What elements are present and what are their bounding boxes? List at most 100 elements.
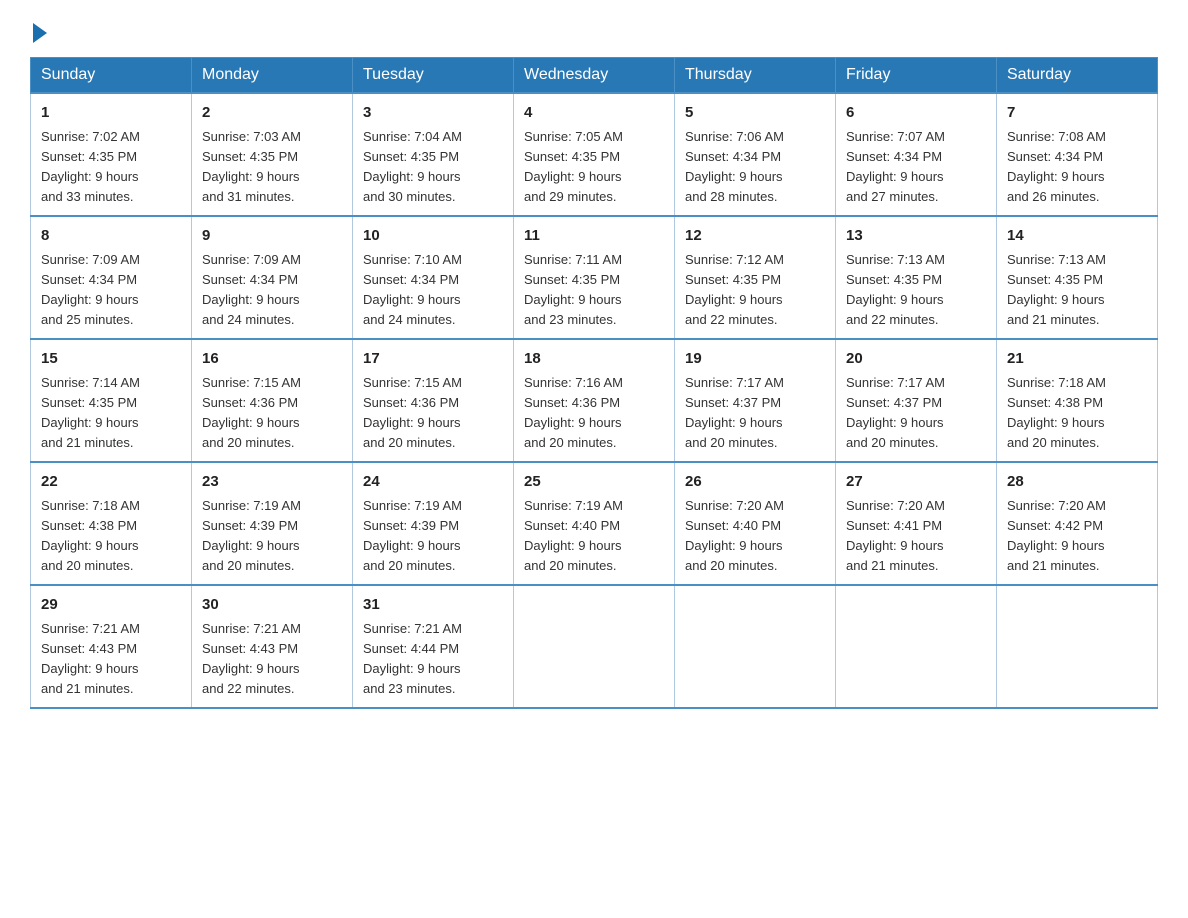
day-info: Sunrise: 7:02 AMSunset: 4:35 PMDaylight:… <box>41 127 181 208</box>
calendar-header-wednesday: Wednesday <box>514 58 675 94</box>
day-info: Sunrise: 7:09 AMSunset: 4:34 PMDaylight:… <box>41 250 181 331</box>
day-info: Sunrise: 7:08 AMSunset: 4:34 PMDaylight:… <box>1007 127 1147 208</box>
calendar-cell: 4Sunrise: 7:05 AMSunset: 4:35 PMDaylight… <box>514 93 675 216</box>
calendar-cell: 28Sunrise: 7:20 AMSunset: 4:42 PMDayligh… <box>997 462 1158 585</box>
calendar-cell: 30Sunrise: 7:21 AMSunset: 4:43 PMDayligh… <box>192 585 353 708</box>
calendar-table: SundayMondayTuesdayWednesdayThursdayFrid… <box>30 57 1158 709</box>
day-info: Sunrise: 7:18 AMSunset: 4:38 PMDaylight:… <box>1007 373 1147 454</box>
day-info: Sunrise: 7:14 AMSunset: 4:35 PMDaylight:… <box>41 373 181 454</box>
day-number: 5 <box>685 102 825 125</box>
day-info: Sunrise: 7:10 AMSunset: 4:34 PMDaylight:… <box>363 250 503 331</box>
calendar-cell: 21Sunrise: 7:18 AMSunset: 4:38 PMDayligh… <box>997 339 1158 462</box>
calendar-cell: 18Sunrise: 7:16 AMSunset: 4:36 PMDayligh… <box>514 339 675 462</box>
calendar-header-saturday: Saturday <box>997 58 1158 94</box>
day-info: Sunrise: 7:05 AMSunset: 4:35 PMDaylight:… <box>524 127 664 208</box>
day-number: 22 <box>41 471 181 494</box>
calendar-cell: 8Sunrise: 7:09 AMSunset: 4:34 PMDaylight… <box>31 216 192 339</box>
calendar-header-thursday: Thursday <box>675 58 836 94</box>
day-info: Sunrise: 7:16 AMSunset: 4:36 PMDaylight:… <box>524 373 664 454</box>
calendar-week-row: 8Sunrise: 7:09 AMSunset: 4:34 PMDaylight… <box>31 216 1158 339</box>
day-info: Sunrise: 7:21 AMSunset: 4:43 PMDaylight:… <box>202 619 342 700</box>
calendar-week-row: 15Sunrise: 7:14 AMSunset: 4:35 PMDayligh… <box>31 339 1158 462</box>
day-number: 13 <box>846 225 986 248</box>
day-number: 17 <box>363 348 503 371</box>
calendar-header-monday: Monday <box>192 58 353 94</box>
calendar-cell: 13Sunrise: 7:13 AMSunset: 4:35 PMDayligh… <box>836 216 997 339</box>
day-number: 26 <box>685 471 825 494</box>
calendar-cell: 23Sunrise: 7:19 AMSunset: 4:39 PMDayligh… <box>192 462 353 585</box>
day-number: 19 <box>685 348 825 371</box>
calendar-cell: 16Sunrise: 7:15 AMSunset: 4:36 PMDayligh… <box>192 339 353 462</box>
day-info: Sunrise: 7:21 AMSunset: 4:43 PMDaylight:… <box>41 619 181 700</box>
day-number: 1 <box>41 102 181 125</box>
day-info: Sunrise: 7:06 AMSunset: 4:34 PMDaylight:… <box>685 127 825 208</box>
calendar-header-friday: Friday <box>836 58 997 94</box>
day-number: 15 <box>41 348 181 371</box>
day-number: 20 <box>846 348 986 371</box>
day-info: Sunrise: 7:15 AMSunset: 4:36 PMDaylight:… <box>363 373 503 454</box>
day-info: Sunrise: 7:18 AMSunset: 4:38 PMDaylight:… <box>41 496 181 577</box>
calendar-cell: 17Sunrise: 7:15 AMSunset: 4:36 PMDayligh… <box>353 339 514 462</box>
day-info: Sunrise: 7:19 AMSunset: 4:39 PMDaylight:… <box>202 496 342 577</box>
calendar-cell: 7Sunrise: 7:08 AMSunset: 4:34 PMDaylight… <box>997 93 1158 216</box>
logo <box>30 20 47 39</box>
day-info: Sunrise: 7:13 AMSunset: 4:35 PMDaylight:… <box>1007 250 1147 331</box>
day-number: 24 <box>363 471 503 494</box>
day-number: 14 <box>1007 225 1147 248</box>
header <box>30 20 1158 39</box>
calendar-cell: 29Sunrise: 7:21 AMSunset: 4:43 PMDayligh… <box>31 585 192 708</box>
calendar-cell: 9Sunrise: 7:09 AMSunset: 4:34 PMDaylight… <box>192 216 353 339</box>
calendar-header-row: SundayMondayTuesdayWednesdayThursdayFrid… <box>31 58 1158 94</box>
calendar-cell: 10Sunrise: 7:10 AMSunset: 4:34 PMDayligh… <box>353 216 514 339</box>
logo-triangle-icon <box>33 23 47 43</box>
day-info: Sunrise: 7:15 AMSunset: 4:36 PMDaylight:… <box>202 373 342 454</box>
day-info: Sunrise: 7:20 AMSunset: 4:41 PMDaylight:… <box>846 496 986 577</box>
calendar-cell: 22Sunrise: 7:18 AMSunset: 4:38 PMDayligh… <box>31 462 192 585</box>
day-number: 8 <box>41 225 181 248</box>
day-number: 28 <box>1007 471 1147 494</box>
calendar-cell: 3Sunrise: 7:04 AMSunset: 4:35 PMDaylight… <box>353 93 514 216</box>
day-number: 23 <box>202 471 342 494</box>
calendar-cell: 15Sunrise: 7:14 AMSunset: 4:35 PMDayligh… <box>31 339 192 462</box>
calendar-week-row: 29Sunrise: 7:21 AMSunset: 4:43 PMDayligh… <box>31 585 1158 708</box>
calendar-cell: 19Sunrise: 7:17 AMSunset: 4:37 PMDayligh… <box>675 339 836 462</box>
day-info: Sunrise: 7:04 AMSunset: 4:35 PMDaylight:… <box>363 127 503 208</box>
day-info: Sunrise: 7:20 AMSunset: 4:40 PMDaylight:… <box>685 496 825 577</box>
day-number: 25 <box>524 471 664 494</box>
calendar-cell: 20Sunrise: 7:17 AMSunset: 4:37 PMDayligh… <box>836 339 997 462</box>
calendar-cell: 11Sunrise: 7:11 AMSunset: 4:35 PMDayligh… <box>514 216 675 339</box>
day-number: 30 <box>202 594 342 617</box>
day-number: 9 <box>202 225 342 248</box>
day-number: 16 <box>202 348 342 371</box>
day-number: 10 <box>363 225 503 248</box>
day-info: Sunrise: 7:12 AMSunset: 4:35 PMDaylight:… <box>685 250 825 331</box>
calendar-week-row: 22Sunrise: 7:18 AMSunset: 4:38 PMDayligh… <box>31 462 1158 585</box>
calendar-cell: 25Sunrise: 7:19 AMSunset: 4:40 PMDayligh… <box>514 462 675 585</box>
calendar-cell: 1Sunrise: 7:02 AMSunset: 4:35 PMDaylight… <box>31 93 192 216</box>
calendar-cell: 2Sunrise: 7:03 AMSunset: 4:35 PMDaylight… <box>192 93 353 216</box>
calendar-week-row: 1Sunrise: 7:02 AMSunset: 4:35 PMDaylight… <box>31 93 1158 216</box>
day-number: 21 <box>1007 348 1147 371</box>
day-info: Sunrise: 7:17 AMSunset: 4:37 PMDaylight:… <box>685 373 825 454</box>
day-info: Sunrise: 7:20 AMSunset: 4:42 PMDaylight:… <box>1007 496 1147 577</box>
day-number: 31 <box>363 594 503 617</box>
day-number: 18 <box>524 348 664 371</box>
day-info: Sunrise: 7:09 AMSunset: 4:34 PMDaylight:… <box>202 250 342 331</box>
day-number: 4 <box>524 102 664 125</box>
day-info: Sunrise: 7:17 AMSunset: 4:37 PMDaylight:… <box>846 373 986 454</box>
day-number: 3 <box>363 102 503 125</box>
day-info: Sunrise: 7:03 AMSunset: 4:35 PMDaylight:… <box>202 127 342 208</box>
calendar-cell <box>675 585 836 708</box>
day-number: 6 <box>846 102 986 125</box>
day-number: 12 <box>685 225 825 248</box>
day-number: 7 <box>1007 102 1147 125</box>
day-info: Sunrise: 7:13 AMSunset: 4:35 PMDaylight:… <box>846 250 986 331</box>
calendar-cell: 31Sunrise: 7:21 AMSunset: 4:44 PMDayligh… <box>353 585 514 708</box>
day-info: Sunrise: 7:19 AMSunset: 4:40 PMDaylight:… <box>524 496 664 577</box>
calendar-cell: 12Sunrise: 7:12 AMSunset: 4:35 PMDayligh… <box>675 216 836 339</box>
day-number: 29 <box>41 594 181 617</box>
day-info: Sunrise: 7:11 AMSunset: 4:35 PMDaylight:… <box>524 250 664 331</box>
calendar-header-tuesday: Tuesday <box>353 58 514 94</box>
day-number: 27 <box>846 471 986 494</box>
calendar-cell: 27Sunrise: 7:20 AMSunset: 4:41 PMDayligh… <box>836 462 997 585</box>
